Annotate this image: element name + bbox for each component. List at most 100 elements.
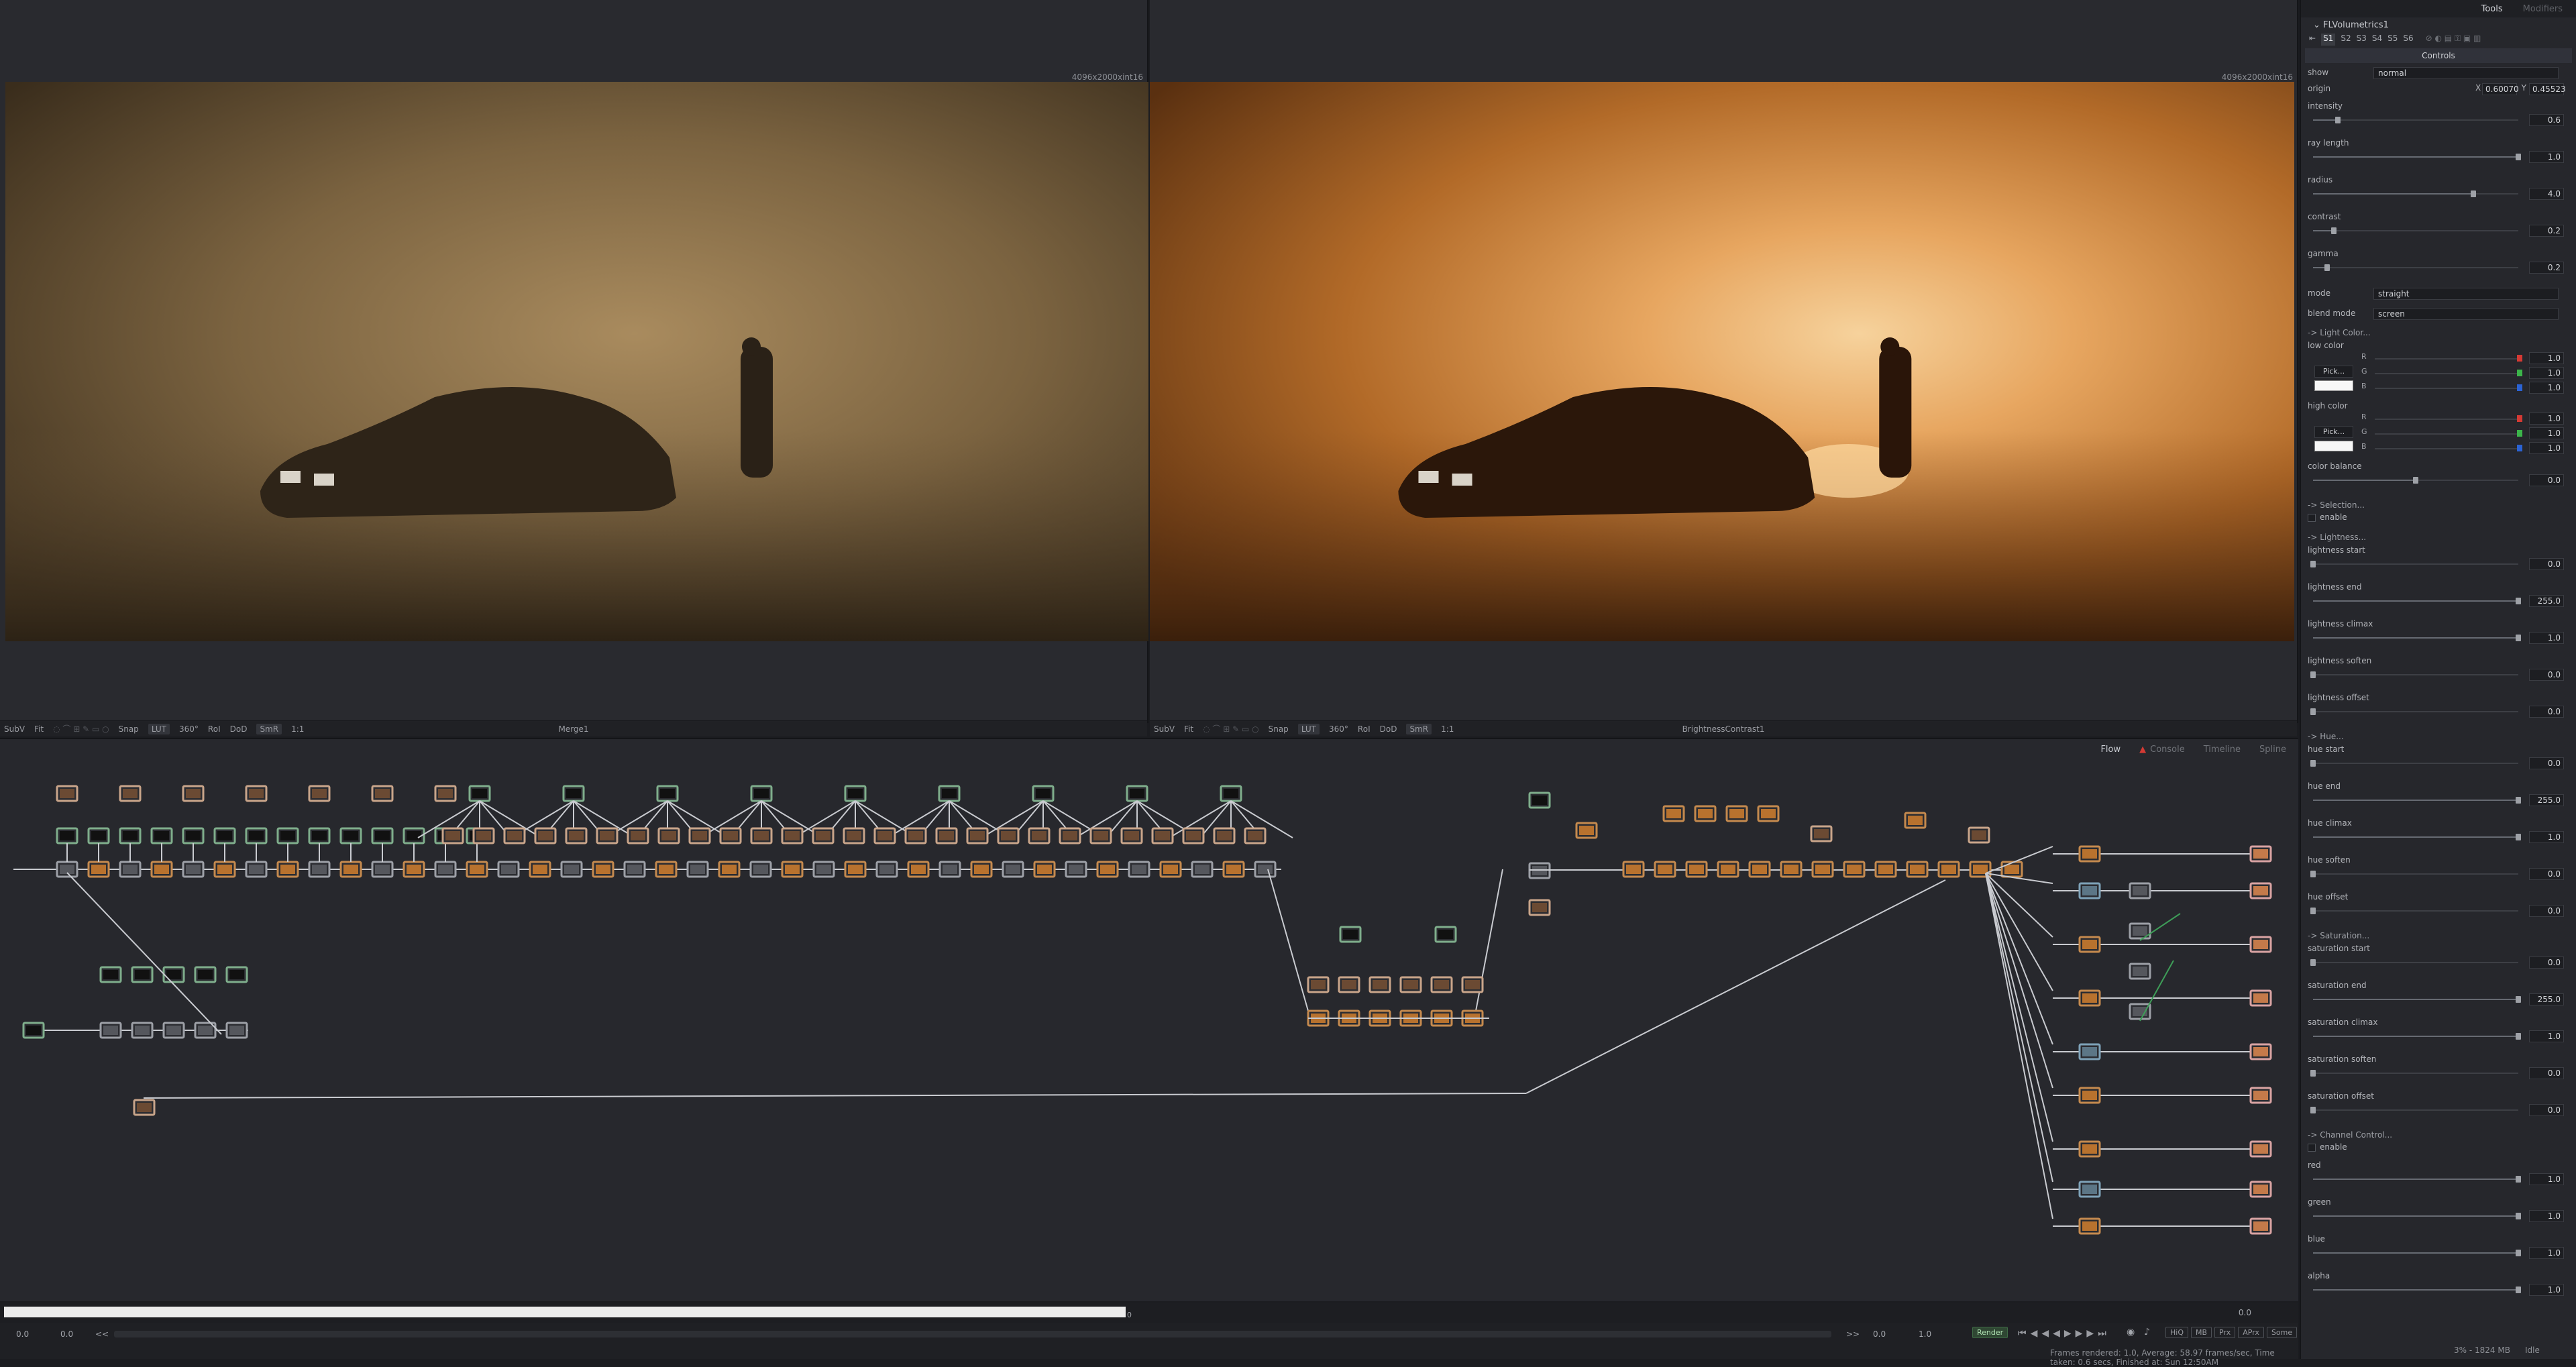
high-color-swatch[interactable] bbox=[2314, 441, 2353, 451]
saturation-param-slider-handle[interactable] bbox=[2516, 1033, 2521, 1040]
ruler-range-bar[interactable] bbox=[4, 1307, 1126, 1317]
param-value-field[interactable]: 0.6 bbox=[2529, 114, 2564, 126]
render-end-field[interactable]: 0.0 bbox=[1873, 1329, 1886, 1339]
flow-node[interactable] bbox=[2249, 1043, 2272, 1060]
lightness-param-slider[interactable] bbox=[2308, 632, 2524, 644]
flow-node[interactable] bbox=[2249, 882, 2272, 899]
flow-node[interactable] bbox=[56, 827, 78, 844]
flow-node[interactable] bbox=[2249, 1181, 2272, 1198]
roi-button[interactable]: RoI bbox=[208, 724, 221, 734]
flow-node[interactable] bbox=[750, 785, 773, 802]
flow-node[interactable] bbox=[560, 861, 583, 878]
param-value-field[interactable]: 4.0 bbox=[2529, 188, 2564, 200]
loop-icon[interactable]: ◉ bbox=[2127, 1327, 2135, 1337]
flow-node[interactable] bbox=[2249, 845, 2272, 863]
flow-node[interactable] bbox=[718, 861, 741, 878]
flow-node[interactable] bbox=[1906, 861, 1929, 878]
flow-node[interactable] bbox=[119, 827, 142, 844]
flow-node[interactable] bbox=[225, 1022, 248, 1039]
lightness-param-slider-handle[interactable] bbox=[2516, 598, 2521, 604]
flow-node[interactable] bbox=[162, 966, 185, 983]
flow-node[interactable] bbox=[812, 827, 835, 844]
flow-node[interactable] bbox=[1120, 827, 1143, 844]
flow-node[interactable] bbox=[1182, 827, 1205, 844]
hue-param-value-field[interactable]: 255.0 bbox=[2529, 794, 2564, 806]
hue-param-slider[interactable] bbox=[2308, 831, 2524, 843]
channel-control-section[interactable]: -> Channel Control... bbox=[2308, 1128, 2569, 1142]
tab-tools[interactable]: Tools bbox=[2481, 4, 2503, 17]
hue-param-value-field[interactable]: 0.0 bbox=[2529, 905, 2564, 917]
flow-node[interactable] bbox=[1159, 861, 1182, 878]
hue-param-value-field[interactable]: 0.0 bbox=[2529, 868, 2564, 880]
high-color-blue[interactable]: B 1.0 bbox=[2361, 442, 2569, 455]
node-connection[interactable] bbox=[143, 1093, 1527, 1099]
node-option-icons[interactable]: ⊘ ◐ ▤ ⚿ ▣ ▥ bbox=[2426, 34, 2481, 46]
flow-node[interactable] bbox=[87, 861, 110, 878]
saturation-param-value-field[interactable]: 255.0 bbox=[2529, 993, 2564, 1005]
render-button[interactable]: Render bbox=[1972, 1327, 2008, 1338]
flow-node[interactable] bbox=[2249, 1217, 2272, 1235]
flow-node[interactable] bbox=[1028, 827, 1051, 844]
saturation-param-value-field[interactable]: 0.0 bbox=[2529, 1104, 2564, 1116]
selection-enable-checkbox[interactable] bbox=[2308, 513, 2316, 522]
param-slider-handle[interactable] bbox=[2516, 154, 2521, 160]
flow-node[interactable] bbox=[1126, 785, 1148, 802]
prx-button[interactable]: Prx bbox=[2214, 1327, 2236, 1338]
hue-param-slider-handle[interactable] bbox=[2310, 760, 2316, 767]
flow-node[interactable] bbox=[1089, 827, 1112, 844]
flow-node[interactable] bbox=[1937, 861, 1960, 878]
time-scrubber[interactable] bbox=[114, 1331, 1831, 1337]
color-balance-value-field[interactable]: 0.0 bbox=[2529, 474, 2564, 486]
high-color-green[interactable]: G 1.0 bbox=[2361, 427, 2569, 441]
flow-node[interactable] bbox=[2078, 1140, 2101, 1158]
flow-node[interactable] bbox=[2078, 1043, 2101, 1060]
flow-node[interactable] bbox=[1434, 926, 1457, 943]
flow-node[interactable] bbox=[2129, 1003, 2151, 1020]
high-color-pick-button[interactable]: Pick... bbox=[2314, 426, 2353, 438]
flow-node[interactable] bbox=[245, 861, 268, 878]
channel-param-slider[interactable] bbox=[2308, 1247, 2524, 1259]
flow-node[interactable] bbox=[225, 966, 248, 983]
channel-param-slider-handle[interactable] bbox=[2516, 1287, 2521, 1293]
node-connection[interactable] bbox=[1267, 869, 1309, 1011]
channel-param-value-field[interactable]: 1.0 bbox=[2529, 1173, 2564, 1185]
saturation-param-value-field[interactable]: 0.0 bbox=[2529, 1067, 2564, 1079]
lightness-param-slider-handle[interactable] bbox=[2310, 671, 2316, 678]
lightness-param-slider-handle[interactable] bbox=[2310, 708, 2316, 715]
flow-node[interactable] bbox=[22, 1022, 45, 1039]
node-connection[interactable] bbox=[1985, 873, 2053, 1183]
flow-node[interactable] bbox=[1725, 805, 1748, 822]
viewer-right[interactable]: 4096x2000xint16 SubV Fit ◌ ⌒ ⊞ ✎ ▭ ○ Sna… bbox=[1150, 0, 2298, 736]
subv-button[interactable]: SubV bbox=[4, 724, 25, 734]
saturation-param-slider[interactable] bbox=[2308, 956, 2524, 969]
playback-controls[interactable]: ⏮◀◀◀▶▶▶⏭ bbox=[2018, 1328, 2110, 1339]
lightness-param-slider[interactable] bbox=[2308, 669, 2524, 681]
flow-node[interactable] bbox=[276, 827, 299, 844]
flow-node[interactable] bbox=[1662, 805, 1685, 822]
low-color-swatch[interactable] bbox=[2314, 380, 2353, 391]
flow-node[interactable] bbox=[371, 827, 394, 844]
flow-node[interactable] bbox=[1399, 976, 1422, 993]
flow-node[interactable] bbox=[997, 827, 1020, 844]
subtab-s6[interactable]: S6 bbox=[2403, 34, 2413, 46]
node-connection[interactable] bbox=[1985, 873, 2053, 991]
flow-node[interactable] bbox=[1843, 861, 1866, 878]
flow-node[interactable] bbox=[1968, 826, 1990, 844]
mb-button[interactable]: MB bbox=[2191, 1327, 2212, 1338]
ratio-button[interactable]: 1:1 bbox=[1441, 724, 1454, 734]
flow-node[interactable] bbox=[686, 861, 709, 878]
flow-node[interactable] bbox=[2000, 861, 2023, 878]
lut-button[interactable]: LUT bbox=[148, 723, 170, 734]
origin-y-field[interactable]: 0.45523 bbox=[2529, 83, 2566, 95]
flow-node[interactable] bbox=[2129, 963, 2151, 980]
flow-node[interactable] bbox=[1810, 825, 1833, 842]
nav-left-button[interactable]: << bbox=[95, 1329, 109, 1339]
saturation-param-slider[interactable] bbox=[2308, 993, 2524, 1005]
lightness-param-value-field[interactable]: 255.0 bbox=[2529, 595, 2564, 607]
lightness-param-slider-handle[interactable] bbox=[2310, 561, 2316, 567]
360-button[interactable]: 360° bbox=[1329, 724, 1348, 734]
channel-param-value-field[interactable]: 1.0 bbox=[2529, 1247, 2564, 1259]
flow-node[interactable] bbox=[1059, 827, 1081, 844]
subtab-s2[interactable]: S2 bbox=[2341, 34, 2351, 46]
tab-spline[interactable]: Spline bbox=[2259, 745, 2286, 755]
